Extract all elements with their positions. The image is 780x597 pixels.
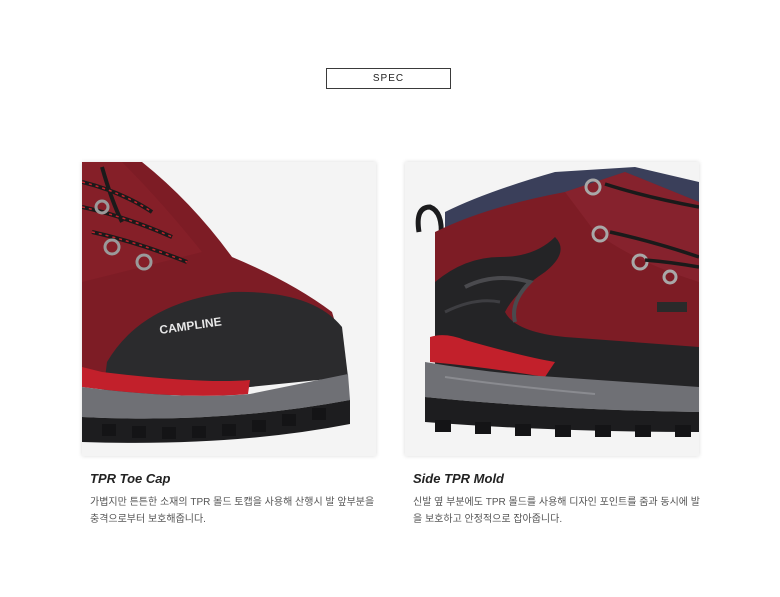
- toe-cap-photo: CAMPLINE: [82, 162, 376, 456]
- feature-description: 신발 옆 부분에도 TPR 몰드를 사용해 디자인 포인트를 줌과 동시에 발을…: [413, 497, 700, 525]
- feature-card-side-mold: Side TPR Mold 신발 옆 부분에도 TPR 몰드를 사용해 디자인 …: [405, 162, 700, 525]
- feature-title: TPR Toe Cap: [90, 471, 171, 486]
- feature-title: Side TPR Mold: [413, 471, 504, 486]
- spec-badge: SPEC: [326, 68, 451, 89]
- side-mold-photo: [405, 162, 699, 456]
- feature-card-toe-cap: CAMPLINE TPR Toe Cap 가볍지만 튼튼한 소재의 TPR 몰드…: [82, 162, 376, 525]
- feature-description: 가볍지만 튼튼한 소재의 TPR 몰드 토캡을 사용해 산행시 발 앞부분을 충…: [90, 497, 375, 525]
